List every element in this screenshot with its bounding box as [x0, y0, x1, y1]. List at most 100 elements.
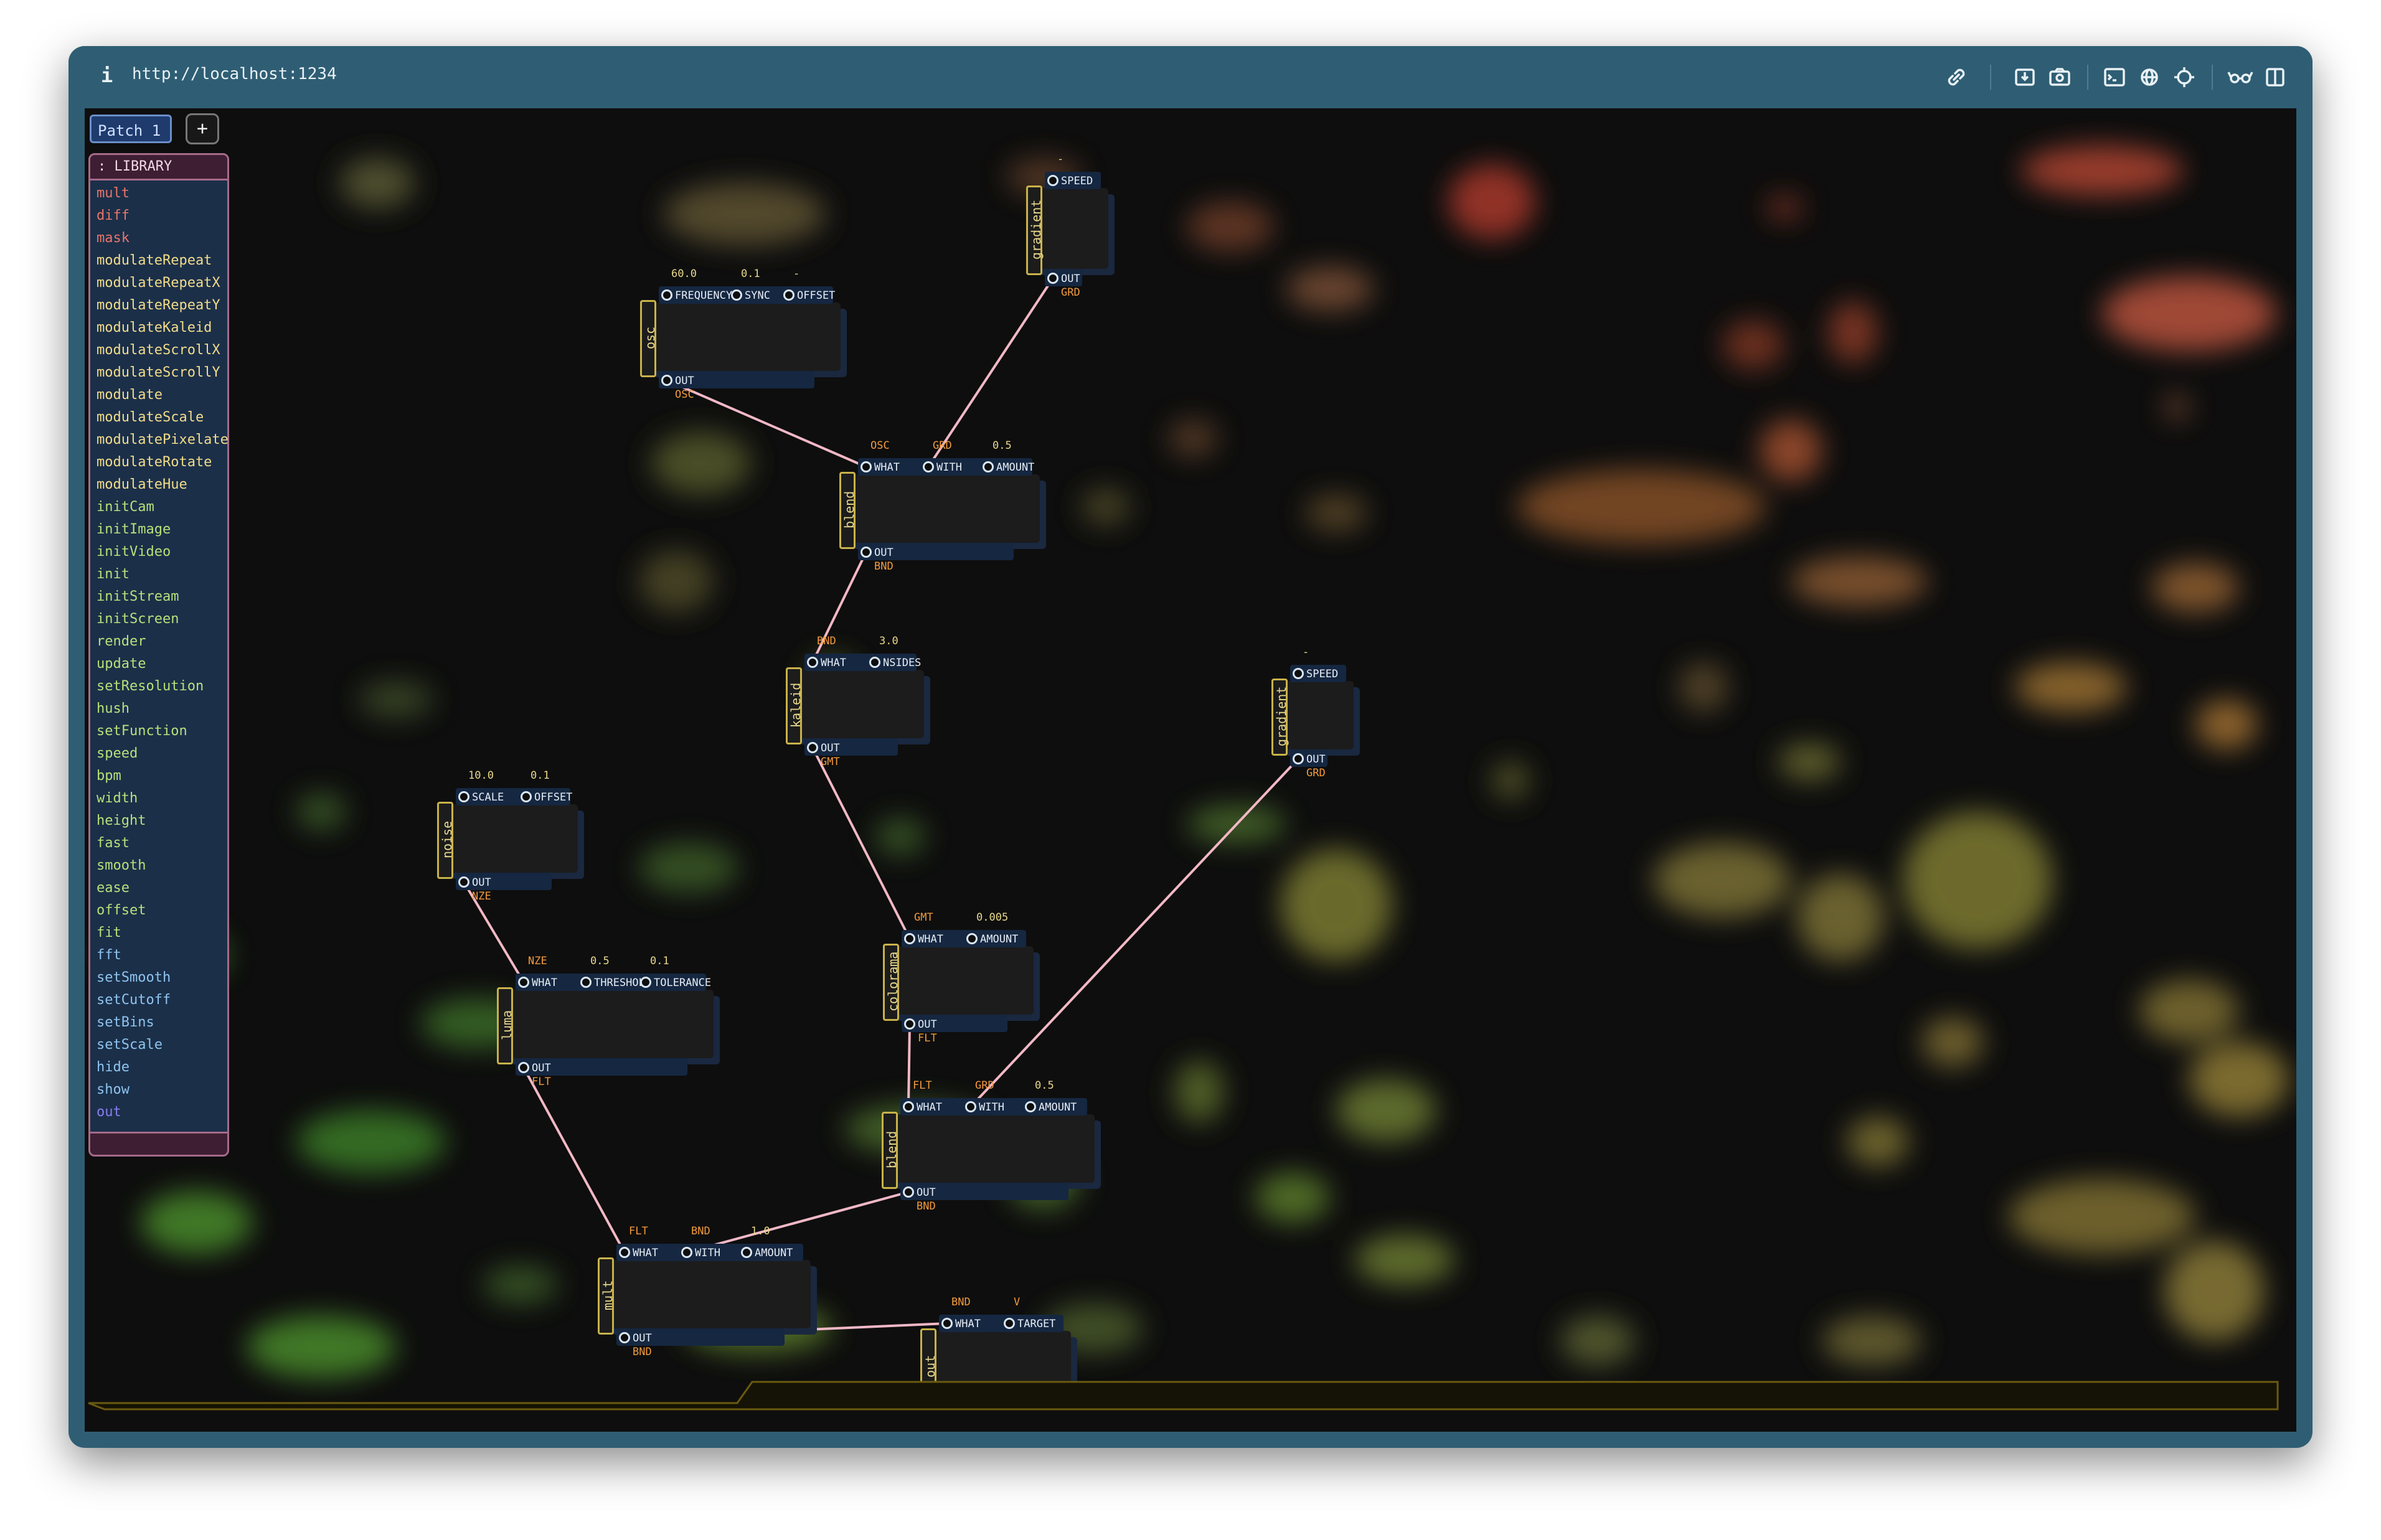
input-port[interactable]	[681, 1247, 692, 1258]
node-body[interactable]	[504, 990, 714, 1058]
input-port[interactable]	[741, 1247, 752, 1258]
node-title-strip[interactable]: blend	[839, 472, 857, 549]
add-patch-button[interactable]: +	[186, 113, 219, 144]
node-mult[interactable]: mult FLT WHAT BND WITH 1.0 AMOUNT OUT BND	[598, 1225, 822, 1358]
port-value[interactable]: BND	[691, 1225, 710, 1237]
input-port[interactable]	[903, 1101, 914, 1112]
node-body[interactable]	[1279, 681, 1354, 749]
output-port[interactable]	[518, 1062, 529, 1073]
timeline-bar[interactable]	[85, 1381, 2296, 1420]
port-value[interactable]: -	[1303, 646, 1309, 659]
library-item-modulateRepeatX[interactable]: modulateRepeatX	[97, 275, 220, 291]
node-body[interactable]	[605, 1260, 811, 1328]
input-port[interactable]	[783, 289, 794, 301]
port-value[interactable]: BND	[817, 635, 836, 647]
output-port[interactable]	[1047, 273, 1058, 284]
node-title-strip[interactable]: colorama	[883, 944, 900, 1021]
link-icon[interactable]	[1939, 60, 1974, 95]
library-item-modulateKaleid[interactable]: modulateKaleid	[97, 320, 212, 336]
info-button[interactable]: i	[101, 63, 113, 87]
library-item-diff[interactable]: diff	[97, 208, 130, 223]
library-item-setBins[interactable]: setBins	[97, 1015, 154, 1030]
library-item-setScale[interactable]: setScale	[97, 1037, 163, 1053]
input-port[interactable]	[518, 977, 529, 988]
node-blend[interactable]: blend FLT WHAT GRD WITH 0.5 AMOUNT OUT BND	[882, 1079, 1106, 1213]
node-title-strip[interactable]: mult	[598, 1257, 615, 1335]
node-body[interactable]	[1034, 188, 1108, 269]
node-title-strip[interactable]: kaleid	[786, 667, 803, 744]
node-osc[interactable]: osc 60.0 FREQUENCY 0.1 SYNC - OFFSET OUT OSC	[640, 268, 852, 401]
port-value[interactable]: 3.0	[879, 635, 898, 647]
node-body[interactable]	[890, 946, 1034, 1015]
url-label[interactable]: http://localhost:1234	[132, 65, 337, 83]
node-title-strip[interactable]: luma	[497, 987, 514, 1064]
node-title-strip[interactable]: gradient	[1026, 185, 1044, 275]
node-body[interactable]	[889, 1114, 1095, 1183]
library-item-smooth[interactable]: smooth	[97, 858, 146, 873]
library-item-hush[interactable]: hush	[97, 701, 130, 716]
output-port[interactable]	[904, 1018, 915, 1030]
output-port[interactable]	[903, 1186, 914, 1198]
port-value[interactable]: 0.1	[650, 955, 669, 967]
input-port[interactable]	[965, 1101, 976, 1112]
library-item-initStream[interactable]: initStream	[97, 589, 179, 604]
port-value[interactable]: GMT	[914, 911, 933, 924]
port-value[interactable]: V	[1014, 1296, 1020, 1308]
library-item-mask[interactable]: mask	[97, 230, 130, 246]
library-item-setCutoff[interactable]: setCutoff	[97, 992, 171, 1008]
output-port[interactable]	[807, 742, 818, 753]
port-value[interactable]: -	[793, 268, 799, 280]
library-item-height[interactable]: height	[97, 813, 146, 829]
library-item-initImage[interactable]: initImage	[97, 522, 171, 537]
port-value[interactable]: 0.1	[741, 268, 760, 280]
node-title-strip[interactable]: blend	[882, 1112, 899, 1189]
library-item-mult[interactable]: mult	[97, 185, 130, 201]
library-item-modulateHue[interactable]: modulateHue	[97, 477, 187, 492]
library-item-modulate[interactable]: modulate	[97, 387, 163, 403]
input-port[interactable]	[458, 791, 469, 802]
library-item-show[interactable]: show	[97, 1082, 130, 1097]
port-value[interactable]: NZE	[528, 955, 547, 967]
port-value[interactable]: 1.0	[751, 1225, 770, 1237]
library-item-setFunction[interactable]: setFunction	[97, 723, 187, 739]
node-kaleid[interactable]: kaleid BND WHAT 3.0 NSIDES OUT GMT	[786, 635, 935, 768]
crosshair-icon[interactable]	[2167, 60, 2202, 95]
library-item-out[interactable]: out	[97, 1104, 121, 1120]
input-port[interactable]	[983, 461, 994, 472]
library-item-modulateScrollX[interactable]: modulateScrollX	[97, 342, 220, 358]
node-title-strip[interactable]: osc	[640, 300, 658, 377]
node-blend[interactable]: blend OSC WHAT GRD WITH 0.5 AMOUNT OUT BND	[839, 439, 1051, 573]
library-item-init[interactable]: init	[97, 566, 130, 582]
node-title-strip[interactable]: gradient	[1271, 678, 1289, 756]
port-value[interactable]: GRD	[975, 1079, 994, 1092]
node-body[interactable]	[445, 804, 578, 873]
library-item-fft[interactable]: fft	[97, 947, 121, 963]
library-item-offset[interactable]: offset	[97, 903, 146, 918]
output-port[interactable]	[661, 375, 672, 386]
patch-canvas[interactable]: Patch 1 + : LIBRARY mult diff mask modulate…	[85, 108, 2296, 1432]
library-item-width[interactable]: width	[97, 791, 138, 806]
output-port[interactable]	[1293, 753, 1304, 764]
input-port[interactable]	[1025, 1101, 1036, 1112]
node-body[interactable]	[648, 303, 841, 371]
library-item-render[interactable]: render	[97, 634, 146, 649]
node-gradient[interactable]: gradient - SPEED OUT GRD	[1026, 153, 1120, 299]
input-port[interactable]	[661, 289, 672, 301]
library-item-setResolution[interactable]: setResolution	[97, 678, 204, 694]
library-item-modulateRepeatY[interactable]: modulateRepeatY	[97, 298, 220, 313]
port-value[interactable]: BND	[951, 1296, 971, 1308]
port-value[interactable]: GRD	[933, 439, 952, 452]
port-value[interactable]: 0.5	[1035, 1079, 1054, 1092]
connection-wire[interactable]	[927, 277, 1054, 468]
port-value[interactable]: -	[1057, 153, 1063, 166]
port-value[interactable]: FLT	[913, 1079, 932, 1092]
node-title-strip[interactable]: noise	[437, 802, 455, 879]
input-port[interactable]	[923, 461, 934, 472]
library-item-initVideo[interactable]: initVideo	[97, 544, 171, 560]
node-luma[interactable]: luma NZE WHAT 0.5 THRESHOLD 0.1 TOLERANCE OUT FL…	[497, 955, 725, 1088]
node-body[interactable]	[793, 670, 924, 738]
patch-tab[interactable]: Patch 1	[90, 115, 172, 143]
library-item-modulateRotate[interactable]: modulateRotate	[97, 454, 212, 470]
output-port[interactable]	[860, 547, 872, 558]
download-icon[interactable]	[2007, 60, 2042, 95]
